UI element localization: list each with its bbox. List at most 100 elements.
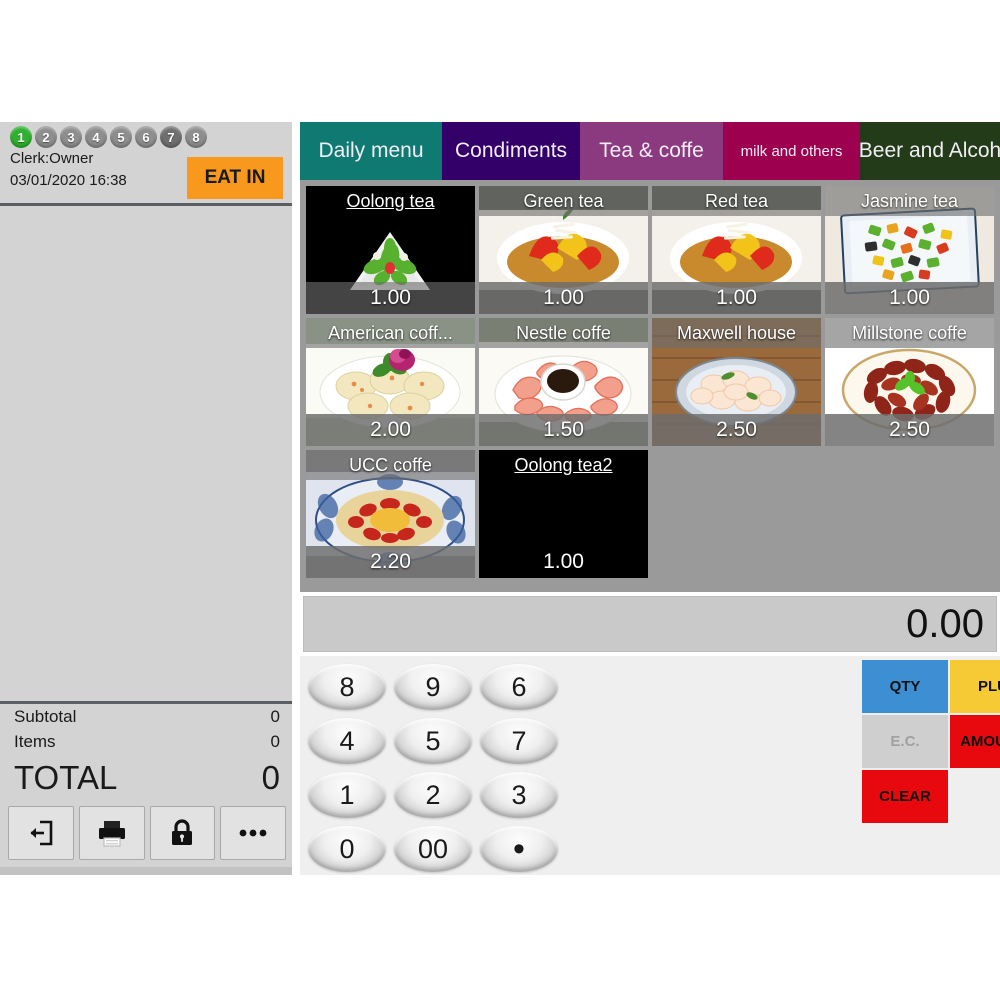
- product-name: Nestle coffe: [479, 318, 648, 348]
- session-tab-7[interactable]: 7: [160, 126, 182, 148]
- clerk-label: Clerk:Owner: [10, 150, 94, 167]
- items-row: Items 0: [0, 729, 292, 754]
- key-2[interactable]: 2: [390, 768, 476, 822]
- subtotal-row: Subtotal 0: [0, 704, 292, 729]
- print-button[interactable]: Print: [78, 806, 145, 860]
- tab-condiments[interactable]: Condiments: [442, 122, 580, 180]
- bottom-icon-bar: Logout Print Lock: [0, 801, 292, 867]
- key-1[interactable]: 1: [304, 768, 390, 822]
- plu-button[interactable]: PLU: [950, 660, 1000, 713]
- pos-application: 1 2 3 4 5 6 7 8 Clerk:Owner 03/01/2020 1…: [0, 122, 1000, 875]
- key-9-label: 9: [394, 664, 472, 710]
- product-tile[interactable]: Millstone coffe 2.50: [825, 318, 994, 446]
- key-3-label: 3: [480, 772, 558, 818]
- product-tile[interactable]: Green tea 1.00: [479, 186, 648, 314]
- product-grid: Oolong tea 1.00 Green tea 1.00 Red tea 1…: [306, 186, 1000, 578]
- key-6-label: 6: [480, 664, 558, 710]
- product-price: 1.00: [543, 550, 584, 573]
- product-name: Oolong tea: [346, 190, 435, 211]
- receipt-item-list[interactable]: [0, 206, 292, 701]
- product-name: Oolong tea2: [514, 454, 613, 475]
- product-tile[interactable]: Maxwell house 2.50: [652, 318, 821, 446]
- product-price: 1.00: [479, 282, 648, 314]
- tab-beer-and-alcohol[interactable]: Beer and Alcoh: [860, 122, 1000, 180]
- key-decimal-label: •: [480, 826, 558, 872]
- lock-button[interactable]: Lock: [149, 806, 216, 860]
- key-1-label: 1: [308, 772, 386, 818]
- datetime-label: 03/01/2020 16:38: [10, 172, 127, 189]
- eat-in-button[interactable]: EAT IN: [187, 157, 283, 199]
- product-price: 2.50: [825, 414, 994, 446]
- amount-display: 0.00: [303, 596, 997, 652]
- product-tile[interactable]: Nestle coffe 1.50: [479, 318, 648, 446]
- category-tab-bar: Daily menu Condiments Tea & coffe milk a…: [300, 122, 1000, 180]
- right-panel: Daily menu Condiments Tea & coffe milk a…: [300, 122, 1000, 875]
- clerk-header: 1 2 3 4 5 6 7 8 Clerk:Owner 03/01/2020 1…: [0, 122, 292, 206]
- key-8[interactable]: 8: [304, 660, 390, 714]
- blank-slot: [950, 770, 1000, 823]
- key-3[interactable]: 3: [476, 768, 562, 822]
- numeric-keypad: 8 9 6 4 5 7 1 2 3 0 00 •: [304, 660, 562, 876]
- session-tab-6[interactable]: 6: [135, 126, 157, 148]
- more-button[interactable]: More: [220, 806, 286, 860]
- blank-slot: [950, 825, 1000, 867]
- key-00[interactable]: 00: [390, 822, 476, 876]
- amount-button[interactable]: AMOUNT: [950, 715, 1000, 768]
- key-9[interactable]: 9: [390, 660, 476, 714]
- key-4[interactable]: 4: [304, 714, 390, 768]
- qty-button[interactable]: QTY: [862, 660, 948, 713]
- key-4-label: 4: [308, 718, 386, 764]
- product-tile[interactable]: UCC coffe 2.20: [306, 450, 475, 578]
- totals-block: Subtotal 0 Items 0 TOTAL 0: [0, 701, 292, 801]
- session-tab-4[interactable]: 4: [85, 126, 107, 148]
- blank-slot: [862, 825, 948, 867]
- subtotal-label: Subtotal: [14, 706, 77, 726]
- items-value: 0: [270, 731, 280, 751]
- total-label: TOTAL: [14, 759, 118, 796]
- product-tile[interactable]: American coff... 2.00: [306, 318, 475, 446]
- session-tab-5[interactable]: 5: [110, 126, 132, 148]
- product-price: 1.50: [479, 414, 648, 446]
- product-name: UCC coffe: [306, 450, 475, 480]
- key-6[interactable]: 6: [476, 660, 562, 714]
- clear-button[interactable]: CLEAR: [862, 770, 948, 823]
- product-name: Millstone coffe: [825, 318, 994, 348]
- session-tabs: 1 2 3 4 5 6 7 8: [10, 126, 207, 148]
- product-name: Red tea: [652, 186, 821, 216]
- product-price: 1.00: [370, 286, 411, 309]
- product-price: 2.50: [652, 414, 821, 446]
- tab-milk-and-others[interactable]: milk and others: [723, 122, 860, 180]
- items-label: Items: [14, 731, 56, 751]
- key-00-label: 00: [394, 826, 472, 872]
- session-tab-1[interactable]: 1: [10, 126, 32, 148]
- left-panel: 1 2 3 4 5 6 7 8 Clerk:Owner 03/01/2020 1…: [0, 122, 292, 875]
- empty-slot: [825, 450, 994, 578]
- session-tab-8[interactable]: 8: [185, 126, 207, 148]
- function-key-grid: QTY PLU T/N CDMT PayPal PayPal E.C. AMOU…: [862, 660, 1000, 867]
- product-name: American coff...: [306, 318, 475, 348]
- product-tile[interactable]: Jasmine tea 1.00: [825, 186, 994, 314]
- key-5-label: 5: [394, 718, 472, 764]
- session-tab-3[interactable]: 3: [60, 126, 82, 148]
- product-tile[interactable]: Red tea 1.00: [652, 186, 821, 314]
- product-name: Jasmine tea: [825, 186, 994, 216]
- key-decimal[interactable]: •: [476, 822, 562, 876]
- tab-daily-menu[interactable]: Daily menu: [300, 122, 442, 180]
- product-price: 2.00: [306, 414, 475, 446]
- key-0[interactable]: 0: [304, 822, 390, 876]
- product-name: Maxwell house: [652, 318, 821, 348]
- tab-tea-and-coffee[interactable]: Tea & coffe: [580, 122, 723, 180]
- key-2-label: 2: [394, 772, 472, 818]
- empty-slot: [652, 450, 821, 578]
- product-price: 1.00: [825, 282, 994, 314]
- keypad-region: 8 9 6 4 5 7 1 2 3 0 00 • QTY PLU T/N CDM…: [300, 656, 1000, 875]
- product-tile[interactable]: Oolong tea 1.00: [306, 186, 475, 314]
- logout-button[interactable]: Logout: [8, 806, 74, 860]
- session-tab-2[interactable]: 2: [35, 126, 57, 148]
- key-7[interactable]: 7: [476, 714, 562, 768]
- left-panel-footer-strip: [0, 867, 292, 875]
- key-5[interactable]: 5: [390, 714, 476, 768]
- ec-button[interactable]: E.C.: [862, 715, 948, 768]
- product-tile[interactable]: Oolong tea2 1.00: [479, 450, 648, 578]
- product-price: 1.00: [652, 282, 821, 314]
